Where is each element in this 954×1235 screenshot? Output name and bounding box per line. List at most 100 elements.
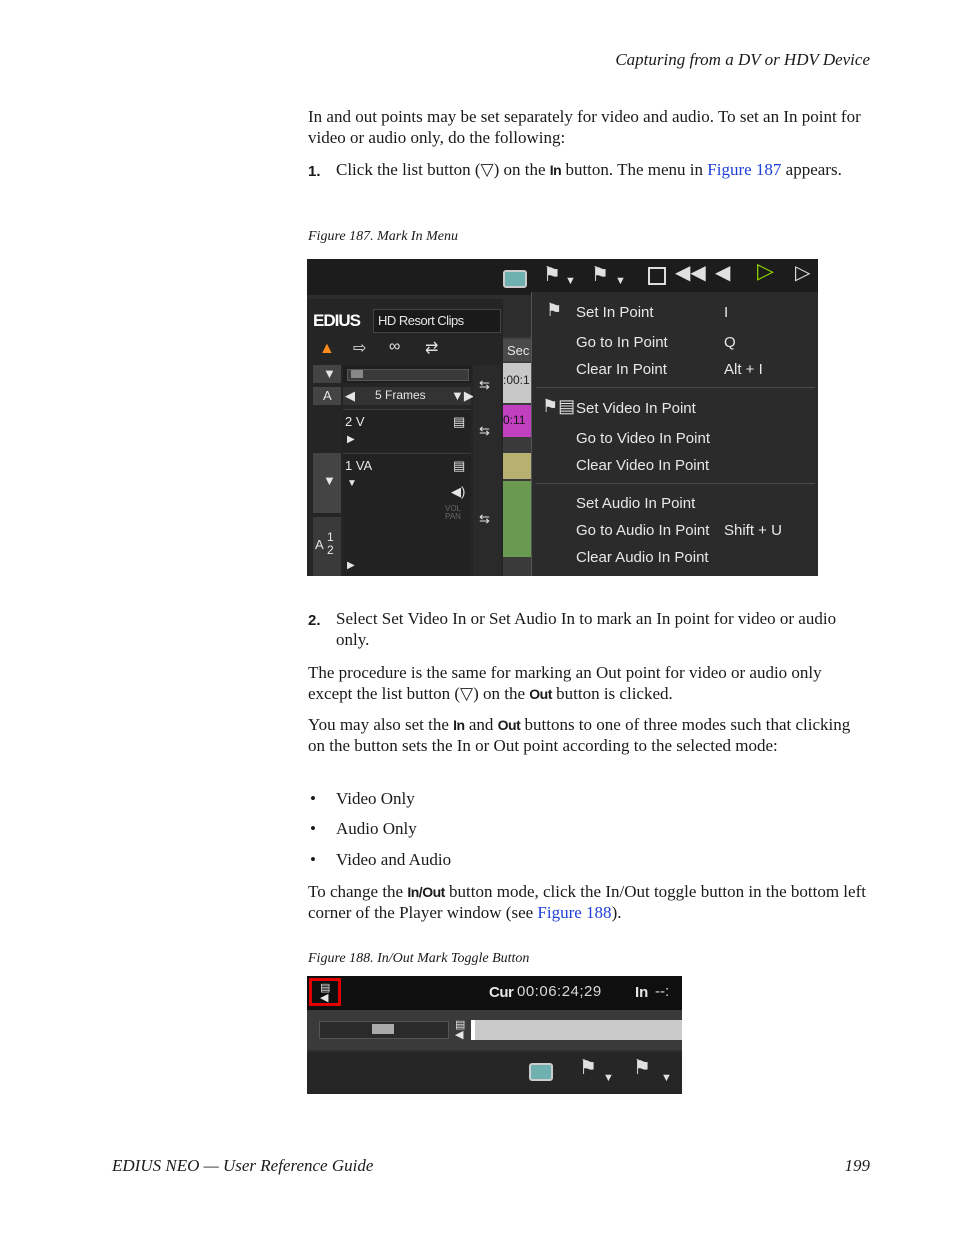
- a-label: A: [315, 537, 324, 552]
- va-clip-audio[interactable]: [503, 481, 531, 557]
- v-icon: ▼: [323, 473, 336, 488]
- menu-item-clear-audio-in[interactable]: Clear Audio In Point: [576, 549, 709, 566]
- modes-paragraph: You may also set the In and Out buttons …: [308, 715, 870, 756]
- bullet-item: • Audio Only: [308, 819, 417, 839]
- track-1va-label: 1 VA: [345, 458, 373, 473]
- figure-188-link[interactable]: Figure 188: [537, 903, 611, 922]
- menu-separator: [536, 387, 815, 388]
- out-list-arrow-icon[interactable]: ▼: [661, 1070, 672, 1086]
- menu-item-go-to-in[interactable]: Go to In Point: [576, 334, 668, 351]
- step-text: appears.: [781, 160, 842, 179]
- bullet-text: Audio Only: [336, 819, 417, 838]
- mark-video-in-icon: ⚑▤: [542, 396, 576, 416]
- cassette-icon[interactable]: [503, 270, 527, 288]
- cur-label: Cur: [489, 984, 514, 1001]
- mark-in-icon[interactable]: ⚑: [579, 1058, 597, 1078]
- inout-toggle-button[interactable]: ▤ ◀: [309, 978, 341, 1006]
- out-button-label: Out: [529, 685, 552, 702]
- swap-icon[interactable]: ⇆: [479, 377, 490, 393]
- step-2: 2. Select Set Video In or Set Audio In t…: [308, 609, 870, 650]
- speaker-icon: ◀: [455, 1029, 464, 1041]
- menu-item-go-to-audio-in[interactable]: Go to Audio In Point: [576, 522, 709, 539]
- right-arrow-icon[interactable]: ▼▶: [451, 388, 474, 404]
- va-toggle[interactable]: ▼: [313, 453, 341, 513]
- frames-label: 5 Frames: [375, 388, 426, 402]
- bin-name-field[interactable]: HD Resort Clips: [373, 309, 501, 333]
- sync-lock-icon[interactable]: ∞: [389, 339, 400, 355]
- swap-icon[interactable]: ⇆: [479, 511, 490, 527]
- out-list-arrow-icon[interactable]: ▼: [615, 273, 626, 289]
- mark-out-icon[interactable]: ⚑: [591, 265, 609, 285]
- va-clip-video[interactable]: [503, 453, 531, 479]
- a-label: A: [323, 388, 332, 403]
- menu-item-set-video-in[interactable]: Set Video In Point: [576, 400, 696, 417]
- shuttle-slider[interactable]: [319, 1021, 449, 1039]
- mark-in-icon[interactable]: ⚑: [543, 265, 561, 285]
- page-number: 199: [844, 1156, 871, 1175]
- step-1: 1. Click the list button (▽) on the In b…: [308, 160, 870, 181]
- left-arrow-icon[interactable]: ◀: [345, 388, 355, 404]
- swap-icon[interactable]: ⇆: [479, 423, 490, 439]
- pan-label: PAN: [445, 512, 461, 521]
- link-icon[interactable]: ⇄: [425, 341, 438, 357]
- bullet-item: • Video and Audio: [308, 850, 451, 870]
- bullet-dot: •: [310, 819, 316, 838]
- play-icon[interactable]: ▷: [757, 260, 774, 282]
- sequence-tab[interactable]: Sec: [503, 339, 531, 361]
- channel-numbers: 1 2: [327, 530, 334, 557]
- paragraph-text: button is clicked.: [551, 683, 673, 703]
- film-icon: ▤: [453, 458, 466, 473]
- paragraph-text: You may also set the: [308, 715, 454, 734]
- video-clip[interactable]: 0:11: [503, 405, 531, 437]
- step-back-icon[interactable]: ◀: [715, 263, 730, 283]
- shortcut-clear-in: Alt + I: [724, 361, 763, 378]
- stop-icon[interactable]: [648, 267, 666, 285]
- audio-lock-toggle[interactable]: A: [313, 387, 341, 405]
- collapse-icon[interactable]: ▼: [347, 478, 357, 489]
- a-channel-toggle[interactable]: A 1 2: [313, 517, 341, 576]
- procedure-paragraph: The procedure is the same for marking an…: [308, 663, 870, 704]
- mark-in-icon: ⚑: [546, 300, 563, 320]
- menu-item-set-in[interactable]: Set In Point: [576, 304, 654, 321]
- zoom-slider-handle[interactable]: [351, 370, 363, 378]
- menu-item-clear-video-in[interactable]: Clear Video In Point: [576, 457, 709, 474]
- mark-in-dropdown-menu: ⚑ ⚑▤ Set In Point I Go to In Point Q Cle…: [531, 292, 818, 576]
- step-number: 2.: [308, 612, 321, 629]
- paragraph-text: To change the: [308, 882, 408, 901]
- player-toolbar: [307, 1052, 682, 1094]
- add-track-icon[interactable]: ▲: [319, 341, 335, 357]
- shuttle-handle[interactable]: [372, 1024, 394, 1034]
- in-list-arrow-icon[interactable]: ▼: [565, 273, 576, 289]
- expand-icon[interactable]: ▶: [347, 560, 355, 571]
- sequence-tab-label: Sec: [507, 343, 530, 358]
- frames-selector[interactable]: ◀ 5 Frames ▼▶: [343, 387, 474, 405]
- zoom-slider-track[interactable]: [343, 365, 471, 383]
- cur-timecode: 00:06:24;29: [517, 983, 602, 1000]
- footer-title: EDIUS NEO — User Reference Guide: [112, 1156, 374, 1175]
- running-header: Capturing from a DV or HDV Device: [615, 50, 870, 69]
- track-2v-header[interactable]: 2 V ▤ ▶: [343, 409, 471, 452]
- bullet-text: Video Only: [336, 789, 415, 808]
- menu-item-clear-in[interactable]: Clear In Point: [576, 361, 667, 378]
- menu-item-go-to-video-in[interactable]: Go to Video In Point: [576, 430, 710, 447]
- speaker-icon[interactable]: ◀): [451, 484, 465, 500]
- in-button-label: In: [549, 162, 562, 178]
- cassette-icon[interactable]: [529, 1063, 553, 1081]
- bullet-dot: •: [310, 850, 316, 869]
- rewind-icon[interactable]: ◀◀: [675, 263, 706, 283]
- in-list-arrow-icon[interactable]: ▼: [603, 1070, 614, 1086]
- bullet-dot: •: [310, 789, 316, 808]
- video-lock-toggle[interactable]: ▼: [313, 365, 341, 383]
- in-button-label: In: [453, 717, 465, 733]
- figure-187-caption: Figure 187. Mark In Menu: [308, 229, 458, 244]
- menu-item-set-audio-in[interactable]: Set Audio In Point: [576, 495, 695, 512]
- expand-icon[interactable]: ▶: [347, 434, 355, 445]
- figure-187-link[interactable]: Figure 187: [707, 160, 781, 179]
- player-toolbar: [307, 259, 818, 295]
- step-forward-icon[interactable]: ▷: [795, 263, 810, 283]
- intro-paragraph: In and out points may be set separately …: [308, 107, 861, 147]
- track-arrange-icon[interactable]: ⇨: [353, 341, 366, 357]
- track-1va-header[interactable]: 1 VA ▤ ▼ ◀) VOL PAN ▶: [343, 453, 471, 576]
- mark-out-icon[interactable]: ⚑: [633, 1058, 651, 1078]
- position-bar[interactable]: [471, 1020, 682, 1040]
